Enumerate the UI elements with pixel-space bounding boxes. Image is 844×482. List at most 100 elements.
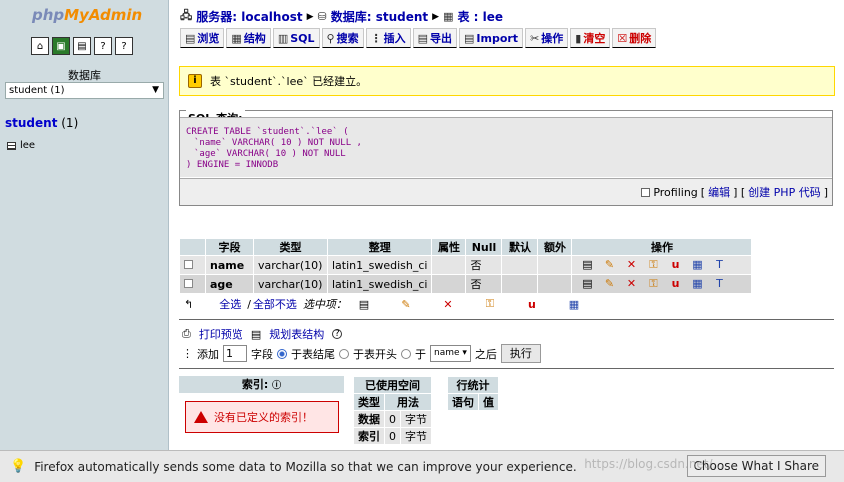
column-header: 操作 bbox=[571, 238, 753, 256]
fulltext-icon[interactable]: T bbox=[708, 277, 730, 290]
primary-key-icon[interactable]: ⚿ bbox=[642, 258, 664, 272]
index-icon[interactable]: ▦ bbox=[686, 258, 708, 271]
fulltext-icon[interactable]: T bbox=[708, 258, 730, 271]
space-title: 已使用空间 bbox=[353, 376, 432, 394]
edit-icon[interactable]: ✎ bbox=[395, 298, 417, 311]
propose-icon: ▤ bbox=[250, 327, 262, 341]
after-label: 之后 bbox=[474, 347, 497, 361]
warning-icon bbox=[194, 411, 208, 423]
table-link-lee[interactable]: lee bbox=[7, 140, 35, 151]
sidebar: phpMyAdmin ⌂ ▣ ▤ ? ? 数据库 student (1) ▼ st… bbox=[0, 0, 169, 482]
at-label: 于 bbox=[415, 347, 426, 361]
column-header: Null bbox=[465, 238, 503, 256]
database-select[interactable]: student (1) ▼ bbox=[5, 82, 164, 99]
tab-bar: ▤ 浏览 ▦ 结构 ▥ SQL ⚲ 搜索 ⋮ 插入 ▤ 导出 ▤ Import ✂ 操作 ▮ 清空… bbox=[180, 28, 657, 48]
delete-icon[interactable]: ✕ bbox=[437, 298, 459, 311]
browse-values-icon[interactable]: ▤ bbox=[576, 277, 598, 290]
edit-icon[interactable]: ✎ bbox=[598, 277, 620, 290]
tab-export[interactable]: ▤ 导出 bbox=[412, 28, 457, 48]
tab-empty[interactable]: ▮ 清空 bbox=[570, 28, 611, 48]
after-field-select[interactable]: name ▾ bbox=[430, 345, 471, 362]
select-all-link[interactable]: 全选 bbox=[219, 296, 241, 312]
delete-icon[interactable]: ✕ bbox=[620, 277, 642, 290]
sql-line-3: `age` VARCHAR( 10 ) NOT NULL bbox=[194, 149, 346, 159]
field-default bbox=[501, 274, 539, 294]
unique-icon[interactable]: u bbox=[521, 298, 543, 311]
home-icon[interactable]: ⌂ bbox=[31, 37, 49, 55]
sql-line-1: CREATE TABLE `student`.`lee` ( bbox=[186, 127, 349, 137]
field-null: 否 bbox=[465, 255, 503, 275]
database-link[interactable]: student (1) bbox=[5, 116, 78, 130]
propose-structure-link[interactable]: 规划表结构 bbox=[269, 326, 324, 342]
field-label: 字段 bbox=[251, 347, 273, 361]
docs-icon[interactable]: ? bbox=[94, 37, 112, 55]
tab-drop[interactable]: ☒ 删除 bbox=[612, 28, 657, 48]
tab-search[interactable]: ⚲ 搜索 bbox=[321, 28, 364, 48]
tab-insert[interactable]: ⋮ 插入 bbox=[365, 28, 411, 48]
row-checkbox[interactable] bbox=[184, 259, 193, 269]
export-icon: ▤ bbox=[417, 31, 428, 45]
table-row: 数据 0 字节 bbox=[353, 410, 432, 428]
add-field-row: ⋮ 添加 1 字段 于表结尾 于表开头 于 name ▾ 之后 执行 bbox=[182, 344, 541, 363]
database-label: 数据库 bbox=[68, 69, 101, 82]
deselect-all-link[interactable]: 全部不选 bbox=[253, 296, 297, 312]
tab-operations[interactable]: ✂ 操作 bbox=[525, 28, 569, 48]
edit-link[interactable]: 编辑 bbox=[708, 184, 730, 200]
arrow-up-icon: ↰ bbox=[184, 297, 194, 311]
field-type: varchar(10) bbox=[253, 255, 328, 275]
index-icon[interactable]: ▦ bbox=[686, 277, 708, 290]
help-icon[interactable]: ⓘ bbox=[272, 381, 281, 391]
divider bbox=[179, 368, 834, 369]
field-attr bbox=[431, 255, 467, 275]
mysql-docs-icon[interactable]: ? bbox=[115, 37, 133, 55]
unique-icon[interactable]: u bbox=[664, 258, 686, 271]
primary-key-icon[interactable]: ⚿ bbox=[479, 297, 501, 311]
browse-values-icon[interactable]: ▤ bbox=[576, 258, 598, 271]
column-header: 值 bbox=[478, 393, 499, 411]
edit-icon[interactable]: ✎ bbox=[598, 258, 620, 271]
tab-structure[interactable]: ▦ 结构 bbox=[226, 28, 271, 48]
tab-browse[interactable]: ▤ 浏览 bbox=[180, 28, 225, 48]
field-extra bbox=[537, 255, 573, 275]
sql-icon: ▥ bbox=[277, 31, 289, 45]
browse-values-icon[interactable]: ▤ bbox=[353, 298, 375, 311]
index-icon[interactable]: ▦ bbox=[563, 298, 585, 311]
logout-icon[interactable]: ▣ bbox=[52, 37, 70, 55]
tab-sql[interactable]: ▥ SQL bbox=[272, 28, 320, 48]
operations-icon: ✂ bbox=[530, 31, 540, 45]
at-end-radio[interactable] bbox=[277, 348, 287, 359]
field-collation: latin1_swedish_ci bbox=[326, 255, 433, 275]
profiling-checkbox[interactable] bbox=[641, 187, 651, 197]
sql-window-icon[interactable]: ▤ bbox=[73, 37, 91, 55]
primary-key-icon[interactable]: ⚿ bbox=[642, 277, 664, 291]
print-view-link[interactable]: 打印预览 bbox=[199, 326, 243, 342]
after-radio[interactable] bbox=[401, 348, 411, 359]
phpmyadmin-logo[interactable]: phpMyAdmin bbox=[32, 6, 142, 24]
main-panel: 🖧 服务器: localhost ▶ ⛁ 数据库: student ▶ ▦ 表 … bbox=[170, 0, 844, 450]
indexes-header: 索引: ⓘ bbox=[179, 376, 344, 393]
table-icon bbox=[7, 141, 16, 150]
sql-query-box: SQL 查询: CREATE TABLE `student`.`lee` ( `… bbox=[179, 110, 833, 206]
help-icon[interactable]: ? bbox=[332, 329, 343, 339]
sidebar-icon-row: ⌂ ▣ ▤ ? ? bbox=[31, 37, 133, 55]
breadcrumb-table[interactable]: 表 : lee bbox=[457, 8, 503, 25]
field-count-input[interactable]: 1 bbox=[223, 345, 247, 362]
at-start-radio[interactable] bbox=[339, 348, 349, 359]
column-header: 属性 bbox=[431, 238, 467, 256]
import-icon: ▤ bbox=[463, 31, 475, 45]
profiling-label: Profiling bbox=[653, 185, 698, 199]
go-button[interactable]: 执行 bbox=[500, 344, 541, 363]
delete-icon[interactable]: ✕ bbox=[620, 258, 642, 271]
tab-import[interactable]: ▤ Import bbox=[458, 28, 524, 48]
chevron-down-icon: ▼ bbox=[152, 85, 159, 95]
unique-icon[interactable]: u bbox=[664, 277, 686, 290]
breadcrumb-database[interactable]: 数据库: student bbox=[331, 8, 428, 25]
sql-line-4: ) ENGINE = INNODB bbox=[186, 160, 279, 170]
row-checkbox[interactable] bbox=[184, 278, 193, 288]
breadcrumb-server[interactable]: 服务器: localhost bbox=[196, 8, 302, 25]
create-php-link[interactable]: 创建 PHP 代码 bbox=[748, 184, 821, 200]
table-row: age varchar(10) latin1_swedish_ci 否 ▤ ✎ ✕ ⚿… bbox=[179, 274, 753, 294]
row-statistics-panel: 行统计 语句值 bbox=[447, 376, 499, 411]
empty-icon: ▮ bbox=[575, 31, 582, 45]
structure-table: 字段 类型 整理 属性 Null 默认 额外 操作 name varchar(1… bbox=[179, 238, 753, 294]
